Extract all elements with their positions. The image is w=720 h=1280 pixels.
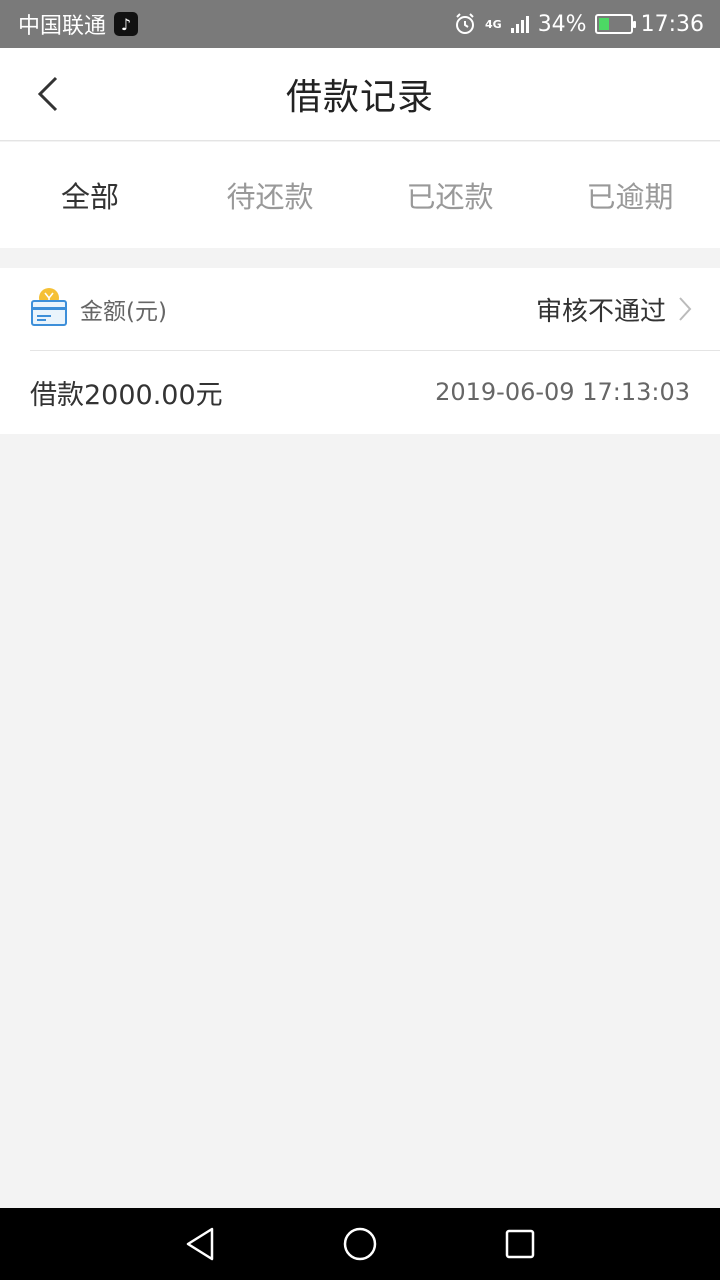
tab-repaid[interactable]: 已还款 <box>360 142 540 248</box>
nav-back-button[interactable] <box>175 1219 225 1269</box>
home-circle-icon <box>343 1227 377 1261</box>
record-status: 审核不通过 <box>536 291 692 328</box>
nav-recents-button[interactable] <box>495 1219 545 1269</box>
chevron-left-icon <box>37 76 58 112</box>
nav-home-button[interactable] <box>335 1219 385 1269</box>
tab-pending-repayment[interactable]: 待还款 <box>180 142 360 248</box>
record-amount-heading: 金额(元) <box>30 287 167 331</box>
alarm-icon <box>453 12 477 36</box>
review-status: 审核不通过 <box>535 296 666 327</box>
amount-label: 金额(元) <box>80 299 167 325</box>
card-coin-icon <box>30 287 68 331</box>
page-title: 借款记录 <box>285 77 434 118</box>
tab-bar: 全部 待还款 已还款 已逾期 <box>0 142 720 248</box>
carrier-label: 中国联通 <box>18 14 107 39</box>
loan-time: 2019-06-09 17:13:03 <box>435 378 690 406</box>
header: 借款记录 <box>0 48 720 141</box>
record-body: 借款2000.00元 2019-06-09 17:13:03 <box>0 351 720 433</box>
tab-overdue[interactable]: 已逾期 <box>540 142 720 248</box>
tab-all[interactable]: 全部 <box>0 142 180 248</box>
status-right: 4G 34% 17:36 <box>453 12 704 37</box>
record-header[interactable]: 金额(元) 审核不通过 <box>30 268 720 351</box>
chevron-right-icon <box>679 297 692 321</box>
battery-fill <box>598 18 609 30</box>
back-triangle-icon <box>186 1227 214 1261</box>
status-bar: 中国联通 ♪ 4G 34% 17:36 <box>0 0 720 48</box>
network-label: 4G <box>485 17 502 31</box>
loan-amount: 借款2000.00元 <box>30 379 223 411</box>
loan-record-card: 金额(元) 审核不通过 借款2000.00元 2019-06-09 17:13:… <box>0 268 720 434</box>
signal-icon <box>510 14 530 34</box>
status-left: 中国联通 ♪ <box>18 8 139 40</box>
tiktok-icon: ♪ <box>114 12 139 36</box>
status-time: 17:36 <box>640 11 704 37</box>
back-button[interactable] <box>28 74 68 114</box>
battery-icon <box>594 14 636 34</box>
battery-percent: 34% <box>537 11 587 37</box>
navigation-bar <box>0 1208 720 1280</box>
recents-square-icon <box>505 1229 535 1259</box>
